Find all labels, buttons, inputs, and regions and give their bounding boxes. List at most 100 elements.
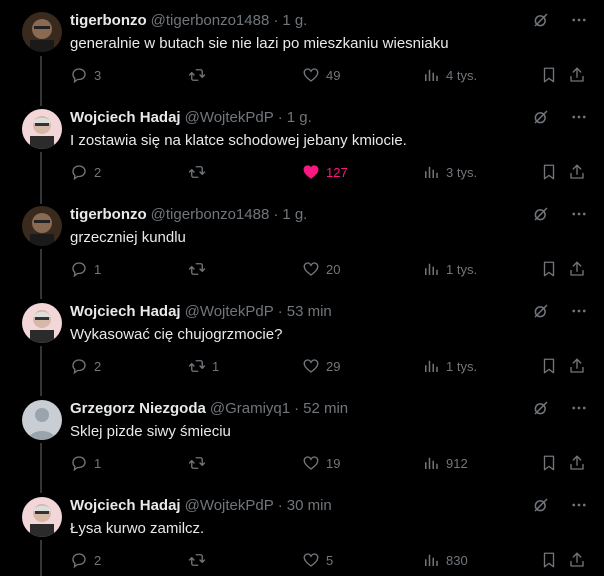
bar-chart-icon bbox=[425, 360, 438, 372]
more-dots-icon[interactable] bbox=[570, 399, 588, 417]
retweet-button[interactable]: 1 bbox=[188, 355, 219, 377]
slashed-circle-icon[interactable] bbox=[532, 11, 550, 29]
like-button[interactable]: 20 bbox=[302, 258, 340, 280]
views-button[interactable]: 1 tys. bbox=[422, 258, 477, 280]
views-button[interactable]: 1 tys. bbox=[422, 355, 477, 377]
reply-count: 2 bbox=[94, 552, 102, 568]
bookmark-button[interactable] bbox=[540, 258, 558, 280]
tweet-actions: 1 20 1 tys. bbox=[70, 258, 590, 280]
avatar[interactable] bbox=[22, 303, 62, 343]
like-button[interactable]: 127 bbox=[302, 161, 348, 183]
bar-chart-icon bbox=[425, 554, 438, 566]
author-name[interactable]: Grzegorz Niezgoda bbox=[70, 400, 206, 417]
author-handle[interactable]: @tigerbonzo1488 bbox=[151, 12, 270, 29]
bookmark-button[interactable] bbox=[540, 549, 558, 571]
author-name[interactable]: tigerbonzo bbox=[70, 206, 147, 223]
tweet-text: generalnie w butach sie nie lazi po mies… bbox=[70, 35, 449, 52]
timestamp[interactable]: 30 min bbox=[287, 497, 332, 514]
timestamp[interactable]: 1 g. bbox=[282, 12, 307, 29]
timestamp[interactable]: 53 min bbox=[287, 303, 332, 320]
author-name[interactable]: Wojciech Hadaj bbox=[70, 497, 181, 514]
share-button[interactable] bbox=[568, 549, 586, 571]
reply-bubble-icon bbox=[72, 262, 86, 278]
views-button[interactable]: 4 tys. bbox=[422, 64, 477, 86]
retweet-button[interactable] bbox=[188, 64, 212, 86]
slashed-circle-icon[interactable] bbox=[532, 108, 550, 126]
tweet[interactable]: Wojciech Hadaj @WojtekPdP · 53 min Wykas… bbox=[0, 291, 604, 387]
like-button[interactable]: 19 bbox=[302, 452, 340, 474]
author-name[interactable]: Wojciech Hadaj bbox=[70, 303, 181, 320]
bookmark-button[interactable] bbox=[540, 64, 558, 86]
bookmark-icon bbox=[543, 358, 555, 374]
more-dots-icon[interactable] bbox=[570, 496, 588, 514]
timestamp[interactable]: 1 g. bbox=[287, 109, 312, 126]
slashed-circle-icon[interactable] bbox=[532, 399, 550, 417]
tweet[interactable]: Wojciech Hadaj @WojtekPdP · 1 g. I zosta… bbox=[0, 97, 604, 193]
tweet-text: Łysa kurwo zamilcz. bbox=[70, 520, 205, 537]
author-handle[interactable]: @WojtekPdP bbox=[185, 497, 274, 514]
bookmark-button[interactable] bbox=[540, 452, 558, 474]
views-button[interactable]: 912 bbox=[422, 452, 468, 474]
avatar[interactable] bbox=[22, 12, 62, 52]
like-button[interactable]: 29 bbox=[302, 355, 340, 377]
tweet[interactable]: tigerbonzo @tigerbonzo1488 · 1 g. genera… bbox=[0, 0, 604, 96]
reply-count: 1 bbox=[94, 261, 102, 277]
like-button[interactable]: 5 bbox=[302, 549, 333, 571]
share-button[interactable] bbox=[568, 355, 586, 377]
views-button[interactable]: 830 bbox=[422, 549, 468, 571]
share-button[interactable] bbox=[568, 64, 586, 86]
more-dots-icon[interactable] bbox=[570, 108, 588, 126]
slashed-circle-icon[interactable] bbox=[532, 302, 550, 320]
slashed-circle-icon[interactable] bbox=[532, 496, 550, 514]
tweet[interactable]: Wojciech Hadaj @WojtekPdP · 30 min Łysa … bbox=[0, 485, 604, 576]
like-button[interactable]: 49 bbox=[302, 64, 340, 86]
bar-chart-icon bbox=[425, 69, 438, 81]
retweet-icon bbox=[188, 263, 206, 275]
retweet-button[interactable] bbox=[188, 549, 212, 571]
separator-dot: · bbox=[277, 108, 283, 126]
timestamp[interactable]: 1 g. bbox=[282, 206, 307, 223]
retweet-button[interactable] bbox=[188, 258, 212, 280]
tweet-text: I zostawia się na klatce schodowej jeban… bbox=[70, 132, 407, 149]
bookmark-icon bbox=[543, 261, 555, 277]
avatar[interactable] bbox=[22, 206, 62, 246]
timestamp[interactable]: 52 min bbox=[303, 400, 348, 417]
share-button[interactable] bbox=[568, 452, 586, 474]
tweet[interactable]: tigerbonzo @tigerbonzo1488 · 1 g. grzecz… bbox=[0, 194, 604, 290]
bookmark-button[interactable] bbox=[540, 161, 558, 183]
author-handle[interactable]: @Gramiyq1 bbox=[210, 400, 290, 417]
reply-bubble-icon bbox=[72, 553, 86, 569]
slashed-circle-icon[interactable] bbox=[532, 205, 550, 223]
reply-button[interactable]: 1 bbox=[70, 452, 101, 474]
share-button[interactable] bbox=[568, 161, 586, 183]
reply-button[interactable]: 2 bbox=[70, 549, 101, 571]
author-handle[interactable]: @WojtekPdP bbox=[185, 303, 274, 320]
author-name[interactable]: tigerbonzo bbox=[70, 12, 147, 29]
profile-photo-icon bbox=[22, 303, 62, 343]
view-count: 830 bbox=[446, 552, 468, 568]
reply-count: 3 bbox=[94, 67, 102, 83]
views-button[interactable]: 3 tys. bbox=[422, 161, 477, 183]
separator-dot: · bbox=[277, 496, 283, 514]
profile-photo-icon bbox=[22, 497, 62, 537]
reply-button[interactable]: 3 bbox=[70, 64, 101, 86]
share-button[interactable] bbox=[568, 258, 586, 280]
more-dots-icon[interactable] bbox=[570, 302, 588, 320]
retweet-icon bbox=[188, 554, 206, 566]
reply-button[interactable]: 2 bbox=[70, 355, 101, 377]
author-name[interactable]: Wojciech Hadaj bbox=[70, 109, 181, 126]
more-dots-icon[interactable] bbox=[570, 205, 588, 223]
author-handle[interactable]: @tigerbonzo1488 bbox=[151, 206, 270, 223]
tweet[interactable]: Grzegorz Niezgoda @Gramiyq1 · 52 min Skl… bbox=[0, 388, 604, 484]
bookmark-button[interactable] bbox=[540, 355, 558, 377]
avatar[interactable] bbox=[22, 109, 62, 149]
reply-button[interactable]: 2 bbox=[70, 161, 101, 183]
retweet-button[interactable] bbox=[188, 161, 212, 183]
retweet-button[interactable] bbox=[188, 452, 212, 474]
author-handle[interactable]: @WojtekPdP bbox=[185, 109, 274, 126]
avatar[interactable] bbox=[22, 497, 62, 537]
tweet-text: Sklej pizde siwy śmieciu bbox=[70, 423, 231, 440]
avatar[interactable] bbox=[22, 400, 62, 440]
reply-button[interactable]: 1 bbox=[70, 258, 101, 280]
more-dots-icon[interactable] bbox=[570, 11, 588, 29]
